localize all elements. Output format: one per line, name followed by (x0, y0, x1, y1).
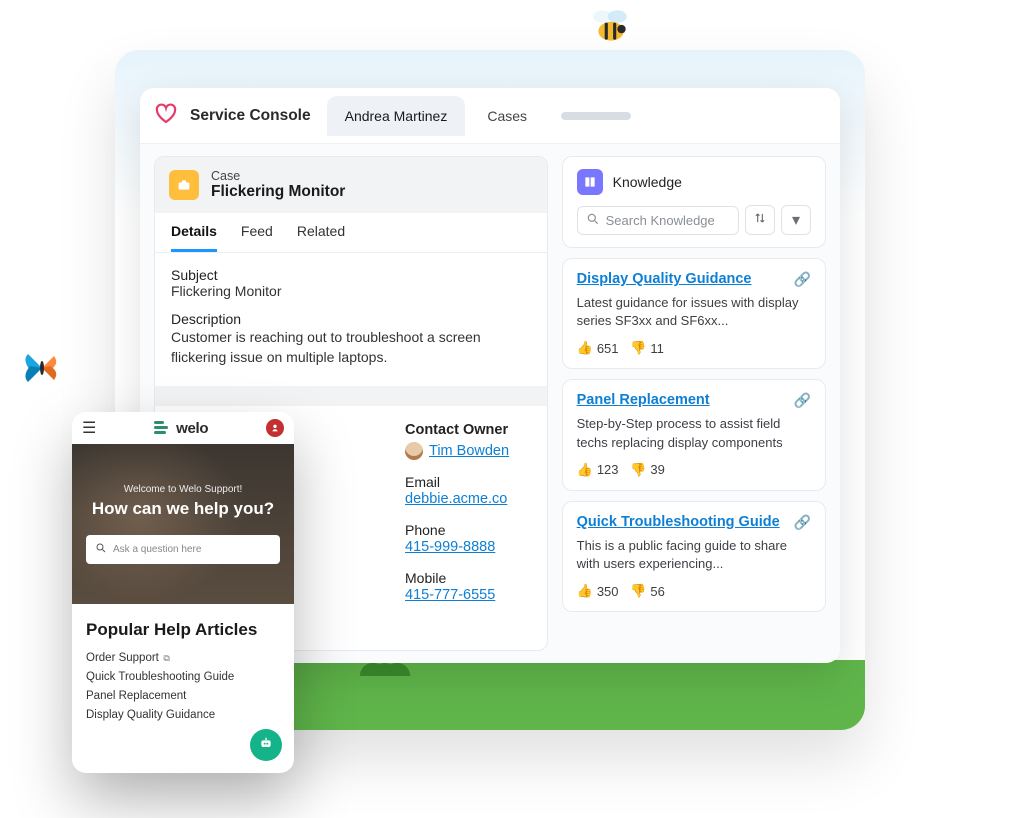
hero-eyebrow: Welcome to Welo Support! (124, 484, 243, 495)
attach-icon[interactable]: 🔗 (794, 514, 811, 531)
app-title: Service Console (190, 107, 311, 125)
thumbs-down-icon[interactable]: 👎 (630, 462, 646, 478)
article-down: 39 (650, 462, 664, 477)
subject-label: Subject (171, 267, 531, 283)
article-card: Display Quality Guidance 🔗 Latest guidan… (562, 258, 826, 369)
email-label: Email (405, 474, 529, 490)
mobile-label: Mobile (405, 570, 529, 586)
subtab-feed[interactable]: Feed (241, 223, 273, 252)
top-bar: Service Console Andrea Martinez Cases (140, 88, 840, 144)
case-subtabs: Details Feed Related (155, 213, 547, 253)
thumbs-up-icon[interactable]: 👍 (577, 462, 593, 478)
thumbs-down-icon[interactable]: 👎 (630, 583, 646, 599)
article-up: 123 (597, 462, 619, 477)
article-votes: 👍 350 👎 56 (577, 583, 811, 599)
case-eyebrow: Case (211, 169, 345, 183)
thumbs-down-icon[interactable]: 👎 (630, 340, 646, 356)
knowledge-panel: Knowledge Search Knowledge (562, 156, 826, 651)
mobile-link-order[interactable]: Order Support ⧉ (86, 652, 280, 664)
article-desc: Latest guidance for issues with display … (577, 294, 811, 330)
knowledge-search-input[interactable]: Search Knowledge (577, 206, 739, 235)
phone-label: Phone (405, 522, 529, 538)
knowledge-icon (577, 169, 603, 195)
article-down: 11 (650, 341, 664, 356)
welo-logo-icon (154, 420, 170, 436)
mobile-section-title: Popular Help Articles (86, 620, 280, 640)
butterfly-icon (18, 344, 66, 392)
thumbs-up-icon[interactable]: 👍 (577, 340, 593, 356)
tab-placeholder (561, 112, 631, 120)
article-desc: This is a public facing guide to share w… (577, 537, 811, 573)
article-up: 350 (597, 584, 619, 599)
mobile-link-panel[interactable]: Panel Replacement (86, 690, 280, 702)
hamburger-icon[interactable]: ☰ (82, 418, 96, 438)
article-card: Quick Troubleshooting Guide 🔗 This is a … (562, 501, 826, 612)
subtab-related[interactable]: Related (297, 223, 345, 252)
search-icon (586, 212, 600, 229)
mobile-search-input[interactable]: Ask a question here (86, 535, 280, 564)
article-title-link[interactable]: Display Quality Guidance (577, 271, 752, 287)
tab-cases[interactable]: Cases (469, 96, 545, 136)
contact-owner-label: Contact Owner (405, 422, 529, 438)
mobile-hero: Welcome to Welo Support! How can we help… (72, 444, 294, 604)
sort-icon (753, 211, 767, 230)
subtab-details[interactable]: Details (171, 223, 217, 252)
dropdown-button[interactable]: ▾ (781, 205, 811, 235)
mobile-preview-card: ☰ welo Welcome to Welo Support! How can … (72, 412, 294, 773)
case-title: Flickering Monitor (211, 183, 345, 201)
mobile-search-placeholder: Ask a question here (113, 544, 201, 555)
chevron-down-icon: ▾ (792, 210, 800, 230)
contact-owner-link[interactable]: Tim Bowden (429, 443, 509, 459)
subject-value: Flickering Monitor (171, 283, 531, 299)
attach-icon[interactable]: 🔗 (794, 392, 811, 409)
mobile-brand: welo (154, 420, 208, 437)
bot-icon (258, 735, 274, 755)
app-brand: Service Console (150, 98, 323, 134)
case-icon (169, 170, 199, 200)
knowledge-title: Knowledge (613, 174, 682, 190)
article-desc: Step-by-Step process to assist field tec… (577, 415, 811, 451)
case-header: Case Flickering Monitor (155, 157, 547, 213)
avatar (405, 442, 423, 460)
article-votes: 👍 123 👎 39 (577, 462, 811, 478)
article-title-link[interactable]: Panel Replacement (577, 392, 710, 408)
description-label: Description (171, 311, 531, 327)
description-value: Customer is reaching out to troubleshoot… (171, 327, 531, 368)
mobile-links: Order Support ⧉ Quick Troubleshooting Gu… (86, 652, 280, 721)
tab-andrea-martinez[interactable]: Andrea Martinez (327, 96, 466, 136)
divider-strip (155, 386, 547, 406)
thumbs-up-icon[interactable]: 👍 (577, 583, 593, 599)
notification-badge[interactable] (266, 419, 284, 437)
article-title-link[interactable]: Quick Troubleshooting Guide (577, 514, 780, 530)
external-link-icon: ⧉ (161, 653, 170, 663)
email-value[interactable]: debbie.acme.co (405, 491, 507, 507)
mobile-link-quick[interactable]: Quick Troubleshooting Guide (86, 671, 280, 683)
search-icon (95, 542, 107, 557)
sort-button[interactable] (745, 205, 775, 235)
mobile-brand-name: welo (176, 420, 208, 437)
article-votes: 👍 651 👎 11 (577, 340, 811, 356)
article-up: 651 (597, 341, 619, 356)
attach-icon[interactable]: 🔗 (794, 271, 811, 288)
mobile-link-display[interactable]: Display Quality Guidance (86, 709, 280, 721)
article-down: 56 (650, 584, 664, 599)
mobile-top-bar: ☰ welo (72, 412, 294, 444)
case-details: Subject Flickering Monitor Description C… (155, 253, 547, 386)
knowledge-search-placeholder: Search Knowledge (606, 213, 715, 228)
hero-title: How can we help you? (92, 499, 274, 519)
mobile-value[interactable]: 415-777-6555 (405, 587, 495, 603)
bee-icon (590, 8, 632, 46)
article-card: Panel Replacement 🔗 Step-by-Step process… (562, 379, 826, 490)
phone-value[interactable]: 415-999-8888 (405, 539, 495, 555)
knowledge-header-card: Knowledge Search Knowledge (562, 156, 826, 248)
heart-icon (154, 102, 182, 130)
chat-fab[interactable] (250, 729, 282, 761)
